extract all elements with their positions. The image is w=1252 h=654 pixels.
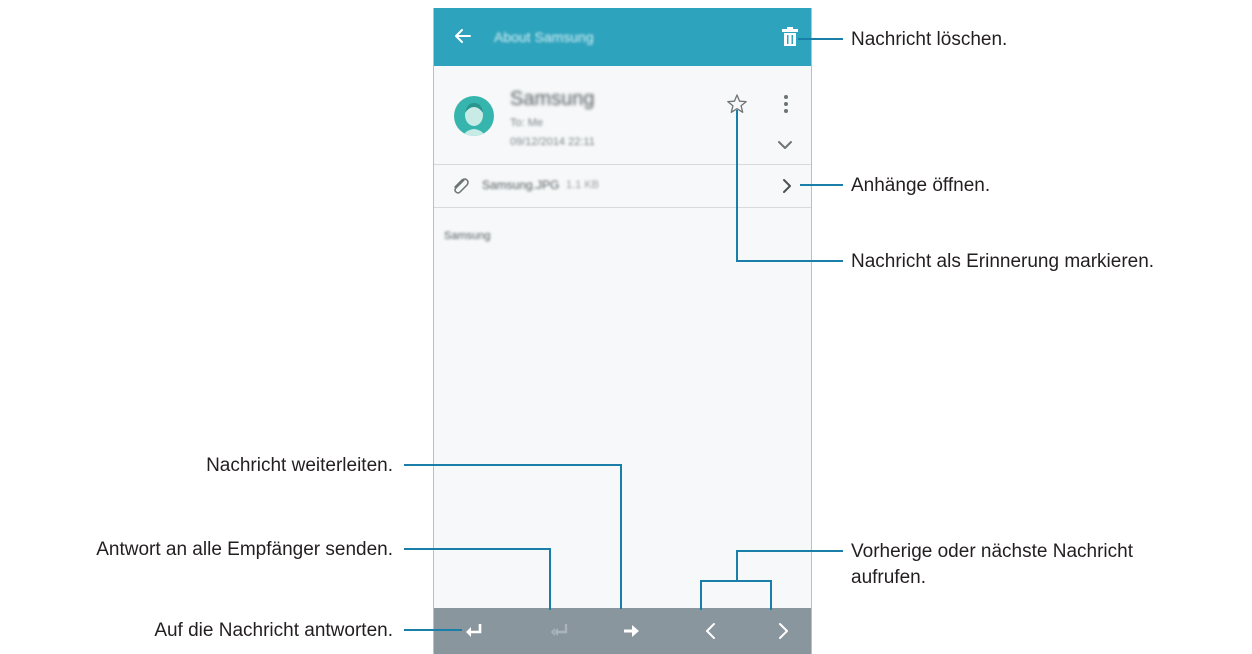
reply-button[interactable]	[443, 608, 503, 654]
previous-message-button[interactable]	[681, 608, 741, 654]
reply-icon	[466, 624, 482, 637]
callout-line-mark	[736, 260, 843, 262]
paperclip-icon	[454, 178, 469, 194]
message-body: Samsung	[444, 230, 491, 242]
chevron-left-icon	[706, 623, 715, 639]
chevron-down-icon[interactable]	[774, 134, 796, 156]
callout-line-forward-vertical	[620, 464, 622, 609]
label-mark: Nachricht als Erinnerung markieren.	[851, 251, 1155, 272]
chevron-right-icon[interactable]	[778, 175, 796, 197]
person-icon	[462, 103, 486, 136]
label-reply: Auf die Nachricht antworten.	[154, 620, 393, 641]
label-forward: Nachricht weiterleiten.	[206, 455, 393, 476]
reply-all-icon	[550, 624, 568, 636]
callout-line-reply-all	[404, 548, 551, 550]
label-prev-next-line2: aufrufen.	[851, 567, 926, 588]
callout-line-prev-next	[736, 550, 843, 552]
label-reply-all: Antwort an alle Empfänger senden.	[96, 539, 393, 560]
callout-line-prev-next-stem	[736, 550, 738, 581]
trash-icon[interactable]	[779, 26, 801, 48]
forward-icon	[624, 625, 639, 637]
callout-line-forward	[404, 464, 622, 466]
chevron-right-icon	[779, 623, 788, 639]
next-message-button[interactable]	[753, 608, 813, 654]
callout-line-attachments	[800, 184, 843, 186]
callout-line-delete	[798, 38, 843, 40]
callout-line-reply-all-vertical	[549, 548, 551, 610]
callout-line-next	[770, 580, 772, 610]
recipient: To: Me	[510, 117, 544, 129]
bottom-toolbar	[434, 608, 811, 654]
avatar	[454, 96, 494, 136]
attachment-row[interactable]: Samsung.JPG 1.1 KB	[434, 165, 811, 208]
reply-all-button[interactable]	[529, 608, 589, 654]
message-date: 09/12/2014 22:11	[510, 136, 595, 148]
label-delete: Nachricht löschen.	[851, 29, 1008, 50]
label-prev-next-line1: Vorherige oder nächste Nachricht	[851, 541, 1133, 562]
callout-line-prev-next-bracket	[700, 580, 772, 582]
callout-line-prev	[700, 580, 702, 610]
app-bar: About Samsung	[434, 8, 811, 66]
forward-button[interactable]	[601, 608, 661, 654]
attachment-size: 1.1 KB	[566, 179, 600, 191]
more-vertical-icon[interactable]	[778, 93, 794, 115]
back-arrow-icon[interactable]	[452, 25, 474, 47]
sender-name: Samsung	[510, 88, 595, 110]
label-attachments: Anhänge öffnen.	[851, 175, 991, 196]
phone-screen: About Samsung Samsung To: Me 09/12/2014 …	[433, 8, 812, 654]
callout-line-reply	[404, 629, 462, 631]
message-header: Samsung To: Me 09/12/2014 22:11	[434, 66, 811, 165]
attachment-name: Samsung.JPG	[482, 178, 560, 192]
callout-line-mark-vertical	[736, 110, 738, 262]
app-bar-title: About Samsung	[494, 29, 594, 45]
